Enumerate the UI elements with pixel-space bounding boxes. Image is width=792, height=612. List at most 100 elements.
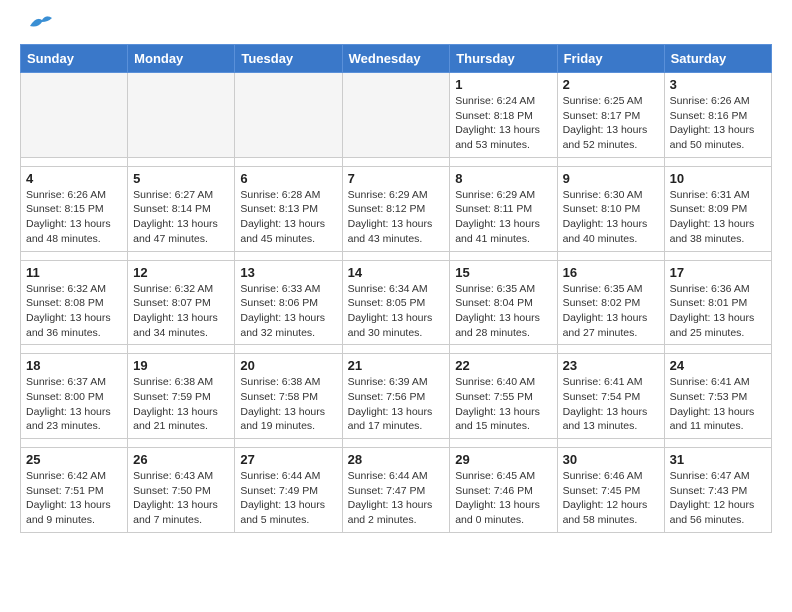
day-number: 5 xyxy=(133,171,229,186)
day-info: Sunrise: 6:41 AM Sunset: 7:54 PM Dayligh… xyxy=(563,375,659,434)
day-number: 17 xyxy=(670,265,766,280)
separator-cell xyxy=(21,439,128,448)
day-info: Sunrise: 6:32 AM Sunset: 8:07 PM Dayligh… xyxy=(133,282,229,341)
separator-cell xyxy=(557,157,664,166)
day-number: 22 xyxy=(455,358,551,373)
day-number: 1 xyxy=(455,77,551,92)
header-row: SundayMondayTuesdayWednesdayThursdayFrid… xyxy=(21,45,772,73)
day-cell: 9Sunrise: 6:30 AM Sunset: 8:10 PM Daylig… xyxy=(557,166,664,251)
separator-cell xyxy=(664,251,771,260)
day-cell: 1 Sunrise: 6:24 AM Sunset: 8:18 PM Daylig… xyxy=(450,73,557,158)
separator-cell xyxy=(450,251,557,260)
day-cell: 6Sunrise: 6:28 AM Sunset: 8:13 PM Daylig… xyxy=(235,166,342,251)
day-number: 19 xyxy=(133,358,229,373)
day-cell: 10Sunrise: 6:31 AM Sunset: 8:09 PM Dayli… xyxy=(664,166,771,251)
day-cell: 5 Sunrise: 6:27 AM Sunset: 8:14 PM Daylig… xyxy=(128,166,235,251)
day-cell: 24 Sunrise: 6:41 AM Sunset: 7:53 PM Dayli… xyxy=(664,354,771,439)
day-cell: 21 Sunrise: 6:39 AM Sunset: 7:56 PM Dayli… xyxy=(342,354,450,439)
separator-cell xyxy=(128,157,235,166)
day-number: 7 xyxy=(348,171,445,186)
separator-cell xyxy=(235,439,342,448)
day-number: 2 xyxy=(563,77,659,92)
day-cell: 26Sunrise: 6:43 AM Sunset: 7:50 PM Dayli… xyxy=(128,448,235,533)
day-cell: 22 Sunrise: 6:40 AM Sunset: 7:55 PM Dayli… xyxy=(450,354,557,439)
calendar-table: SundayMondayTuesdayWednesdayThursdayFrid… xyxy=(20,44,772,533)
day-number: 11 xyxy=(26,265,122,280)
day-cell: 20 Sunrise: 6:38 AM Sunset: 7:58 PM Dayli… xyxy=(235,354,342,439)
day-info: Sunrise: 6:44 AM Sunset: 7:47 PM Dayligh… xyxy=(348,469,445,528)
logo xyxy=(20,16,54,34)
day-info: Sunrise: 6:34 AM Sunset: 8:05 PM Dayligh… xyxy=(348,282,445,341)
day-info: Sunrise: 6:38 AM Sunset: 7:59 PM Dayligh… xyxy=(133,375,229,434)
day-number: 14 xyxy=(348,265,445,280)
day-cell: 12Sunrise: 6:32 AM Sunset: 8:07 PM Dayli… xyxy=(128,260,235,345)
day-cell: 17 Sunrise: 6:36 AM Sunset: 8:01 PM Dayli… xyxy=(664,260,771,345)
day-info: Sunrise: 6:36 AM Sunset: 8:01 PM Dayligh… xyxy=(670,282,766,341)
day-cell: 28 Sunrise: 6:44 AM Sunset: 7:47 PM Dayli… xyxy=(342,448,450,533)
day-info: Sunrise: 6:40 AM Sunset: 7:55 PM Dayligh… xyxy=(455,375,551,434)
day-number: 6 xyxy=(240,171,336,186)
day-cell xyxy=(21,73,128,158)
day-cell: 7 Sunrise: 6:29 AM Sunset: 8:12 PM Daylig… xyxy=(342,166,450,251)
day-info: Sunrise: 6:26 AM Sunset: 8:16 PM Dayligh… xyxy=(670,94,766,153)
day-info: Sunrise: 6:38 AM Sunset: 7:58 PM Dayligh… xyxy=(240,375,336,434)
day-cell: 18Sunrise: 6:37 AM Sunset: 8:00 PM Dayli… xyxy=(21,354,128,439)
day-info: Sunrise: 6:33 AM Sunset: 8:06 PM Dayligh… xyxy=(240,282,336,341)
day-info: Sunrise: 6:32 AM Sunset: 8:08 PM Dayligh… xyxy=(26,282,122,341)
day-number: 9 xyxy=(563,171,659,186)
day-info: Sunrise: 6:43 AM Sunset: 7:50 PM Dayligh… xyxy=(133,469,229,528)
day-info: Sunrise: 6:39 AM Sunset: 7:56 PM Dayligh… xyxy=(348,375,445,434)
day-info: Sunrise: 6:46 AM Sunset: 7:45 PM Dayligh… xyxy=(563,469,659,528)
day-number: 20 xyxy=(240,358,336,373)
day-cell: 8 Sunrise: 6:29 AM Sunset: 8:11 PM Daylig… xyxy=(450,166,557,251)
day-info: Sunrise: 6:37 AM Sunset: 8:00 PM Dayligh… xyxy=(26,375,122,434)
separator-cell xyxy=(128,251,235,260)
separator-cell xyxy=(557,251,664,260)
day-cell: 2Sunrise: 6:25 AM Sunset: 8:17 PM Daylig… xyxy=(557,73,664,158)
separator-cell xyxy=(450,345,557,354)
day-cell: 4Sunrise: 6:26 AM Sunset: 8:15 PM Daylig… xyxy=(21,166,128,251)
week-row-1: 1 Sunrise: 6:24 AM Sunset: 8:18 PM Daylig… xyxy=(21,73,772,158)
calendar-body: 1 Sunrise: 6:24 AM Sunset: 8:18 PM Daylig… xyxy=(21,73,772,533)
day-info: Sunrise: 6:27 AM Sunset: 8:14 PM Dayligh… xyxy=(133,188,229,247)
week-separator xyxy=(21,345,772,354)
day-number: 13 xyxy=(240,265,336,280)
day-cell: 30 Sunrise: 6:46 AM Sunset: 7:45 PM Dayli… xyxy=(557,448,664,533)
day-info: Sunrise: 6:24 AM Sunset: 8:18 PM Dayligh… xyxy=(455,94,551,153)
day-number: 21 xyxy=(348,358,445,373)
day-info: Sunrise: 6:29 AM Sunset: 8:12 PM Dayligh… xyxy=(348,188,445,247)
day-cell: 25Sunrise: 6:42 AM Sunset: 7:51 PM Dayli… xyxy=(21,448,128,533)
day-number: 24 xyxy=(670,358,766,373)
day-number: 4 xyxy=(26,171,122,186)
week-separator xyxy=(21,251,772,260)
week-separator xyxy=(21,439,772,448)
day-number: 3 xyxy=(670,77,766,92)
separator-cell xyxy=(342,251,450,260)
separator-cell xyxy=(664,439,771,448)
day-number: 30 xyxy=(563,452,659,467)
day-cell: 19 Sunrise: 6:38 AM Sunset: 7:59 PM Dayli… xyxy=(128,354,235,439)
separator-cell xyxy=(21,251,128,260)
header-cell-thursday: Thursday xyxy=(450,45,557,73)
day-number: 25 xyxy=(26,452,122,467)
separator-cell xyxy=(235,157,342,166)
day-number: 8 xyxy=(455,171,551,186)
day-number: 28 xyxy=(348,452,445,467)
day-info: Sunrise: 6:41 AM Sunset: 7:53 PM Dayligh… xyxy=(670,375,766,434)
day-cell xyxy=(342,73,450,158)
separator-cell xyxy=(342,157,450,166)
day-cell: 3 Sunrise: 6:26 AM Sunset: 8:16 PM Daylig… xyxy=(664,73,771,158)
day-number: 31 xyxy=(670,452,766,467)
separator-cell xyxy=(342,345,450,354)
day-cell: 16Sunrise: 6:35 AM Sunset: 8:02 PM Dayli… xyxy=(557,260,664,345)
header-cell-friday: Friday xyxy=(557,45,664,73)
separator-cell xyxy=(557,345,664,354)
day-cell: 13 Sunrise: 6:33 AM Sunset: 8:06 PM Dayli… xyxy=(235,260,342,345)
day-info: Sunrise: 6:35 AM Sunset: 8:02 PM Dayligh… xyxy=(563,282,659,341)
day-info: Sunrise: 6:29 AM Sunset: 8:11 PM Dayligh… xyxy=(455,188,551,247)
separator-cell xyxy=(21,157,128,166)
separator-cell xyxy=(235,345,342,354)
day-number: 10 xyxy=(670,171,766,186)
header xyxy=(20,16,772,34)
day-info: Sunrise: 6:44 AM Sunset: 7:49 PM Dayligh… xyxy=(240,469,336,528)
